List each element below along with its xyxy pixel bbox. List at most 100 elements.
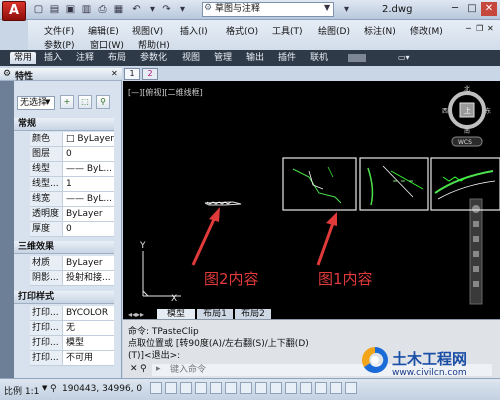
panel-icon: ⚙ bbox=[3, 69, 12, 79]
drawing-canvas-svg: 上 北 西 东 南 WCS Y X bbox=[139, 85, 500, 305]
save-as-icon[interactable]: ▥ bbox=[80, 3, 93, 16]
section-general[interactable]: 常规 bbox=[14, 118, 114, 131]
ortho-mode-icon[interactable] bbox=[180, 382, 192, 394]
command-prompt-icon: ▸ bbox=[156, 364, 161, 374]
open-file-icon[interactable]: ▤ bbox=[48, 3, 61, 16]
mdi-restore-icon[interactable]: ❐ bbox=[476, 24, 483, 33]
document-title: 2.dwg bbox=[382, 4, 413, 15]
watermark-url: www.civilcn.com bbox=[392, 368, 467, 378]
section-3d-effects[interactable]: 三维效果 bbox=[14, 241, 114, 254]
pasted-figure-1[interactable] bbox=[282, 157, 500, 211]
selection-cycling-icon[interactable] bbox=[330, 382, 342, 394]
new-file-icon[interactable]: ▢ bbox=[32, 3, 45, 16]
watermark-title: 土木工程网 bbox=[392, 350, 468, 368]
prop-row-plot-style[interactable]: 打印... BYCOLOR bbox=[30, 306, 114, 321]
lineweight-icon[interactable] bbox=[285, 382, 297, 394]
menu-edit[interactable]: 编辑(E) bbox=[88, 24, 119, 37]
menu-format[interactable]: 格式(O) bbox=[226, 24, 258, 37]
menu-insert[interactable]: 插入(I) bbox=[180, 24, 208, 37]
quick-properties-icon[interactable] bbox=[315, 382, 327, 394]
ucs-x-label: X bbox=[171, 294, 177, 304]
menu-modify[interactable]: 修改(M) bbox=[410, 24, 443, 37]
undo-dropdown-icon[interactable]: ▾ bbox=[146, 3, 159, 16]
grid-display-icon[interactable] bbox=[165, 382, 177, 394]
3d-object-snap-icon[interactable] bbox=[225, 382, 237, 394]
blurred-tab bbox=[348, 54, 366, 62]
prop-row-color[interactable]: 颜色 □ ByLayer bbox=[30, 132, 114, 147]
prop-row-plot-attached[interactable]: 打印... 模型 bbox=[30, 336, 114, 351]
dynamic-ucs-icon[interactable] bbox=[255, 382, 267, 394]
layout-nav-arrows[interactable]: ◂◂▸▸ bbox=[128, 310, 144, 319]
coordinates-display[interactable]: 190443, 34996, 0 bbox=[62, 384, 142, 394]
redo-icon[interactable]: ↷ bbox=[160, 3, 173, 16]
maximize-button[interactable]: □ bbox=[464, 2, 480, 16]
mdi-minimize-icon[interactable]: ─ bbox=[466, 24, 471, 33]
tab-parametric[interactable]: 参数化 bbox=[140, 52, 167, 64]
prop-row-plot-table[interactable]: 打印... 无 bbox=[30, 321, 114, 336]
viewcube-north: 北 bbox=[464, 85, 470, 93]
dynamic-input-icon[interactable] bbox=[270, 382, 282, 394]
prop-row-material[interactable]: 材质 ByLayer bbox=[30, 256, 114, 271]
redo-dropdown-icon[interactable]: ▾ bbox=[176, 3, 189, 16]
watermark-logo bbox=[361, 346, 388, 373]
annotation-scale[interactable]: 比例 1:1 bbox=[4, 384, 39, 397]
ribbon-toggle-icon[interactable]: ▭▾ bbox=[398, 52, 410, 64]
prop-row-thickness[interactable]: 厚度 0 bbox=[30, 222, 114, 237]
section-plot-style[interactable]: 打印样式 bbox=[14, 291, 114, 304]
app-logo-button[interactable]: A bbox=[2, 1, 26, 21]
toggle-pickadd-icon[interactable]: + bbox=[60, 95, 74, 109]
viewcube[interactable]: 上 北 西 东 南 WCS bbox=[442, 85, 491, 147]
close-button[interactable]: ✕ bbox=[481, 2, 497, 16]
prop-row-linetype[interactable]: 线型 —— ByL... bbox=[30, 162, 114, 177]
polar-tracking-icon[interactable] bbox=[195, 382, 207, 394]
tab-manage[interactable]: 管理 bbox=[214, 52, 232, 64]
print-icon[interactable]: ⎙ bbox=[96, 3, 109, 16]
navigation-bar[interactable] bbox=[469, 198, 483, 305]
prop-row-shadow[interactable]: 阴影... 投射和接... bbox=[30, 271, 114, 286]
ucs-y-label: Y bbox=[139, 241, 146, 251]
drawing-tab-1[interactable]: 1 bbox=[124, 68, 140, 80]
prop-row-plot-type[interactable]: 打印... 不可用 bbox=[30, 351, 114, 366]
menu-draw[interactable]: 绘图(D) bbox=[318, 24, 350, 37]
workspace-dropdown[interactable]: 草图与注释 bbox=[202, 2, 334, 17]
tab-online[interactable]: 联机 bbox=[310, 52, 328, 64]
tab-output[interactable]: 输出 bbox=[246, 52, 264, 64]
viewcube-east: 东 bbox=[485, 107, 491, 115]
model-space-icon[interactable] bbox=[345, 382, 357, 394]
tab-view[interactable]: 视图 bbox=[182, 52, 200, 64]
drawing-tab-2[interactable]: 2 bbox=[142, 68, 158, 80]
select-objects-icon[interactable]: ⬚ bbox=[78, 95, 92, 109]
menu-dimension[interactable]: 标注(N) bbox=[364, 24, 396, 37]
tab-home[interactable]: 常用 bbox=[10, 52, 37, 64]
prop-row-lineweight[interactable]: 线宽 —— ByL... bbox=[30, 192, 114, 207]
menu-view[interactable]: 视图(V) bbox=[132, 24, 163, 37]
publish-icon[interactable]: ▦ bbox=[112, 3, 125, 16]
tab-layout[interactable]: 布局 bbox=[108, 52, 126, 64]
annotation-visibility-icon[interactable]: ⚲ bbox=[50, 384, 57, 394]
command-search-icon[interactable]: ⚲ bbox=[140, 364, 147, 374]
object-snap-tracking-icon[interactable] bbox=[240, 382, 252, 394]
tab-plugins[interactable]: 插件 bbox=[278, 52, 296, 64]
prop-row-layer[interactable]: 图层 0 bbox=[30, 147, 114, 162]
annotation-arrow-fig1 bbox=[316, 212, 337, 266]
snap-mode-icon[interactable] bbox=[150, 382, 162, 394]
tab-annotate[interactable]: 注释 bbox=[76, 52, 94, 64]
mdi-close-icon[interactable]: ✕ bbox=[487, 24, 494, 33]
command-close-icon[interactable]: ✕ bbox=[130, 364, 138, 374]
panel-close-icon[interactable]: ✕ bbox=[111, 69, 118, 78]
chevron-down-icon: ▼ bbox=[42, 384, 48, 392]
quick-access-more-icon[interactable]: ▾ bbox=[340, 3, 353, 16]
object-snap-icon[interactable] bbox=[210, 382, 222, 394]
prop-row-linetype-scale[interactable]: 线型... 1 bbox=[30, 177, 114, 192]
undo-icon[interactable]: ↶ bbox=[130, 3, 143, 16]
gear-icon: ⚙ bbox=[204, 3, 213, 13]
tab-insert[interactable]: 插入 bbox=[44, 52, 62, 64]
transparency-icon[interactable] bbox=[300, 382, 312, 394]
prop-row-transparency[interactable]: 透明度 ByLayer bbox=[30, 207, 114, 222]
save-icon[interactable]: ▣ bbox=[64, 3, 77, 16]
quick-select-icon[interactable]: ⚲ bbox=[96, 95, 110, 109]
menu-file[interactable]: 文件(F) bbox=[44, 24, 74, 37]
minimize-button[interactable]: ─ bbox=[447, 2, 463, 16]
menu-tools[interactable]: 工具(T) bbox=[272, 24, 303, 37]
pasted-figure-2[interactable] bbox=[204, 201, 242, 206]
